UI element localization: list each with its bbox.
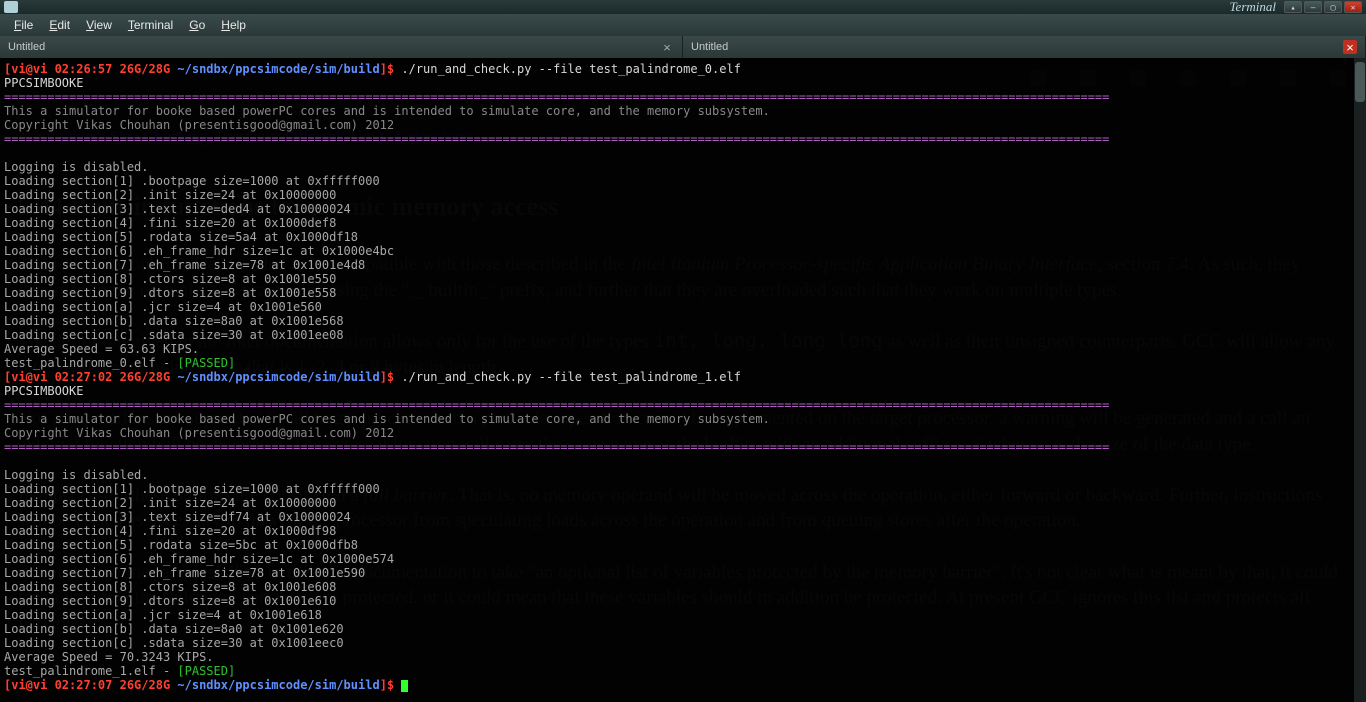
tab-1[interactable]: Untitled × bbox=[683, 36, 1366, 58]
tab-close-icon[interactable]: × bbox=[1343, 40, 1357, 54]
scrollbar-thumb[interactable] bbox=[1355, 62, 1365, 102]
app-icon bbox=[4, 1, 18, 13]
cursor bbox=[401, 680, 408, 692]
close-button[interactable]: ✕ bbox=[1344, 1, 1362, 13]
terminal-output[interactable]: [vi@vi 02:26:57 26G/28G ~/sndbx/ppcsimco… bbox=[0, 58, 1366, 702]
maximize-button[interactable]: ▢ bbox=[1324, 1, 1342, 13]
app-name: Terminal bbox=[1230, 0, 1276, 15]
tab-title: Untitled bbox=[8, 41, 660, 53]
scrollbar[interactable] bbox=[1354, 58, 1366, 702]
menu-view[interactable]: View bbox=[78, 16, 120, 34]
minimize-button[interactable]: — bbox=[1304, 1, 1322, 13]
menu-edit[interactable]: Edit bbox=[41, 16, 78, 34]
tab-0[interactable]: Untitled × bbox=[0, 36, 683, 58]
menu-file[interactable]: File bbox=[6, 16, 41, 34]
window-titlebar: Terminal ▴ — ▢ ✕ bbox=[0, 0, 1366, 14]
menu-help[interactable]: Help bbox=[213, 16, 254, 34]
menubar: File Edit View Terminal Go Help bbox=[0, 14, 1366, 36]
tabbar: Untitled × Untitled × bbox=[0, 36, 1366, 58]
shade-button[interactable]: ▴ bbox=[1284, 1, 1302, 13]
tab-title: Untitled bbox=[691, 41, 1343, 53]
tab-close-icon[interactable]: × bbox=[660, 40, 674, 54]
menu-terminal[interactable]: Terminal bbox=[120, 16, 181, 34]
menu-go[interactable]: Go bbox=[181, 16, 213, 34]
